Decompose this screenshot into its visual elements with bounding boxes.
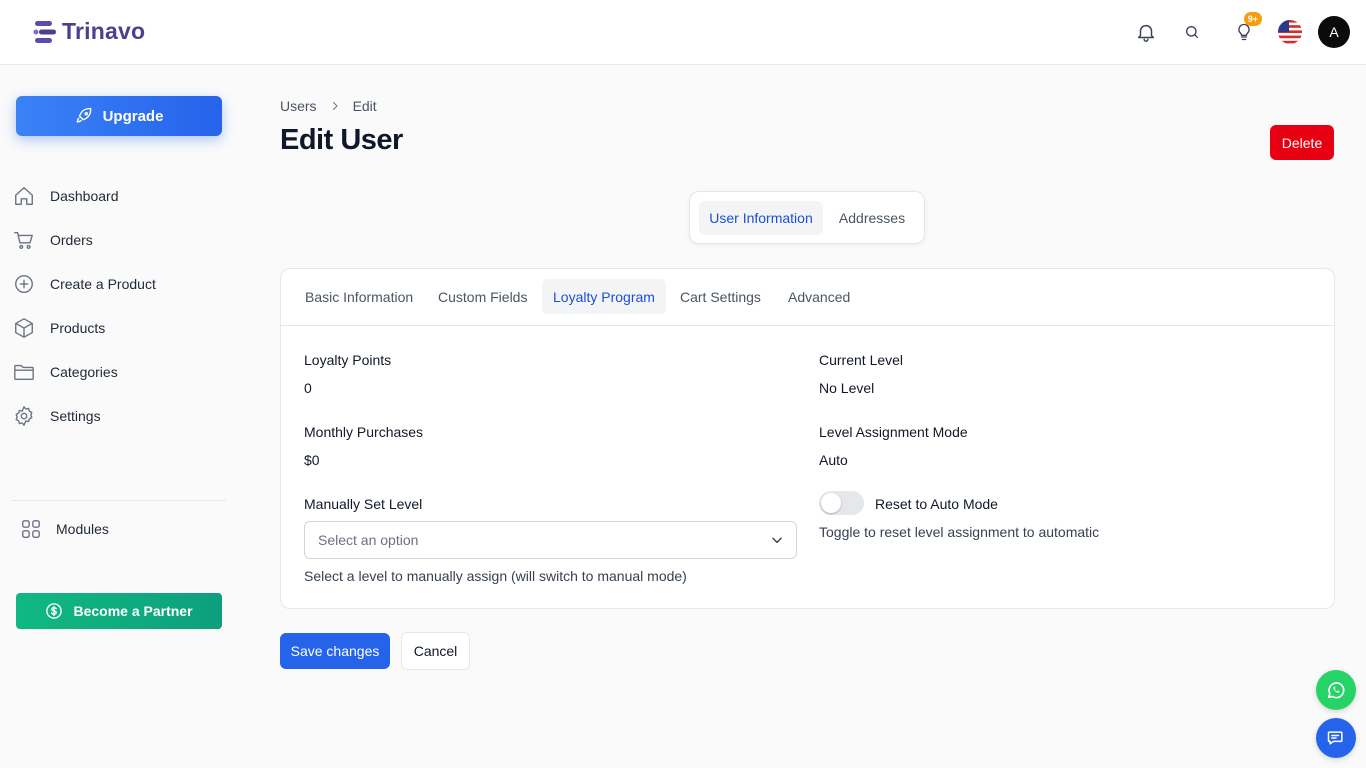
reset-auto-toggle[interactable]	[819, 491, 864, 515]
tab-basic-information[interactable]: Basic Information	[305, 279, 413, 314]
sidebar-item-label: Categories	[50, 364, 118, 380]
breadcrumb-users-link[interactable]: Users	[280, 98, 317, 114]
brand-logo[interactable]: Trinavo	[33, 18, 145, 45]
tab-addresses[interactable]: Addresses	[827, 201, 917, 235]
tab-user-information[interactable]: User Information	[699, 201, 823, 235]
grid-icon	[22, 520, 40, 538]
chat-button[interactable]	[1316, 718, 1356, 758]
tab-custom-fields[interactable]: Custom Fields	[438, 279, 527, 314]
monthly-purchases-value: $0	[304, 452, 320, 468]
current-level-value: No Level	[819, 380, 875, 396]
sidebar-item-dashboard[interactable]: Dashboard	[12, 174, 226, 218]
dollar-circle-icon	[46, 603, 63, 619]
become-partner-button[interactable]: Become a Partner	[16, 593, 222, 629]
cancel-button[interactable]: Cancel	[401, 632, 470, 670]
reset-auto-hint: Toggle to reset level assignment to auto…	[819, 524, 1100, 540]
delete-button[interactable]: Delete	[1270, 125, 1334, 160]
tab-cart-settings[interactable]: Cart Settings	[680, 279, 761, 314]
card-tabs: Basic Information Custom Fields Loyalty …	[281, 269, 1334, 326]
sidebar-item-label: Settings	[50, 408, 101, 424]
sidebar-item-products[interactable]: Products	[12, 306, 226, 350]
upgrade-button[interactable]: Upgrade	[16, 96, 222, 136]
sidebar-item-label: Dashboard	[50, 188, 119, 204]
us-flag-icon	[1278, 20, 1302, 44]
cart-icon	[12, 228, 36, 252]
rocket-icon	[76, 107, 92, 123]
loyalty-points-label: Loyalty Points	[304, 352, 392, 368]
current-level-label: Current Level	[819, 352, 904, 368]
tab-advanced[interactable]: Advanced	[788, 279, 850, 314]
save-changes-button[interactable]: Save changes	[280, 633, 390, 669]
level-mode-value: Auto	[819, 452, 848, 468]
level-mode-label: Level Assignment Mode	[819, 424, 968, 440]
tips-button[interactable]: 9+	[1228, 12, 1262, 48]
manual-level-select[interactable]: Select an option	[304, 521, 797, 559]
reset-auto-label: Reset to Auto Mode	[875, 496, 998, 512]
manual-level-hint: Select a level to manually assign (will …	[304, 568, 687, 584]
sidebar-item-orders[interactable]: Orders	[12, 218, 226, 262]
avatar[interactable]: A	[1318, 16, 1350, 48]
sidebar-nav: Dashboard Orders Create a Product Produc…	[12, 174, 226, 438]
whatsapp-icon	[1327, 682, 1345, 699]
plus-circle-icon	[12, 272, 36, 296]
sidebar-item-modules[interactable]: Modules	[20, 515, 109, 543]
tab-loyalty-program[interactable]: Loyalty Program	[542, 279, 666, 314]
search-icon	[1186, 26, 1198, 38]
language-button[interactable]	[1274, 16, 1306, 48]
box-icon	[12, 316, 36, 340]
modules-label: Modules	[56, 521, 109, 537]
sidebar-item-label: Products	[50, 320, 106, 336]
manual-level-label: Manually Set Level	[304, 496, 423, 512]
tips-badge: 9+	[1243, 12, 1262, 26]
section-switcher: User Information Addresses	[689, 191, 925, 244]
monthly-purchases-label: Monthly Purchases	[304, 424, 424, 440]
home-icon	[12, 184, 36, 208]
partner-label: Become a Partner	[73, 603, 193, 619]
brand-name: Trinavo	[62, 18, 146, 44]
sidebar-item-label: Create a Product	[50, 276, 156, 292]
sidebar-divider	[12, 500, 226, 501]
sidebar-item-label: Orders	[50, 232, 93, 248]
sidebar-item-categories[interactable]: Categories	[12, 350, 226, 394]
toggle-knob	[821, 493, 841, 513]
notifications-button[interactable]	[1130, 16, 1162, 48]
sidebar-item-create-product[interactable]: Create a Product	[12, 262, 226, 306]
breadcrumb-current: Edit	[352, 98, 377, 114]
chevron-right-icon	[332, 102, 338, 110]
bell-icon	[1137, 24, 1155, 42]
page-title: Edit User	[280, 124, 403, 156]
search-button[interactable]	[1176, 16, 1208, 48]
sidebar-item-settings[interactable]: Settings	[12, 394, 226, 438]
breadcrumb: Users Edit	[280, 98, 377, 114]
upgrade-label: Upgrade	[102, 107, 164, 125]
loyalty-points-value: 0	[304, 380, 312, 396]
chevron-down-icon	[772, 537, 782, 544]
whatsapp-button[interactable]	[1316, 670, 1356, 710]
chat-icon	[1327, 731, 1343, 745]
gear-icon	[12, 404, 36, 428]
brand-logo-icon	[33, 20, 56, 43]
folder-icon	[12, 360, 36, 384]
top-bar: Trinavo 9+ A	[0, 0, 1366, 65]
loyalty-card: Basic Information Custom Fields Loyalty …	[280, 268, 1335, 609]
manual-level-placeholder: Select an option	[318, 532, 419, 548]
